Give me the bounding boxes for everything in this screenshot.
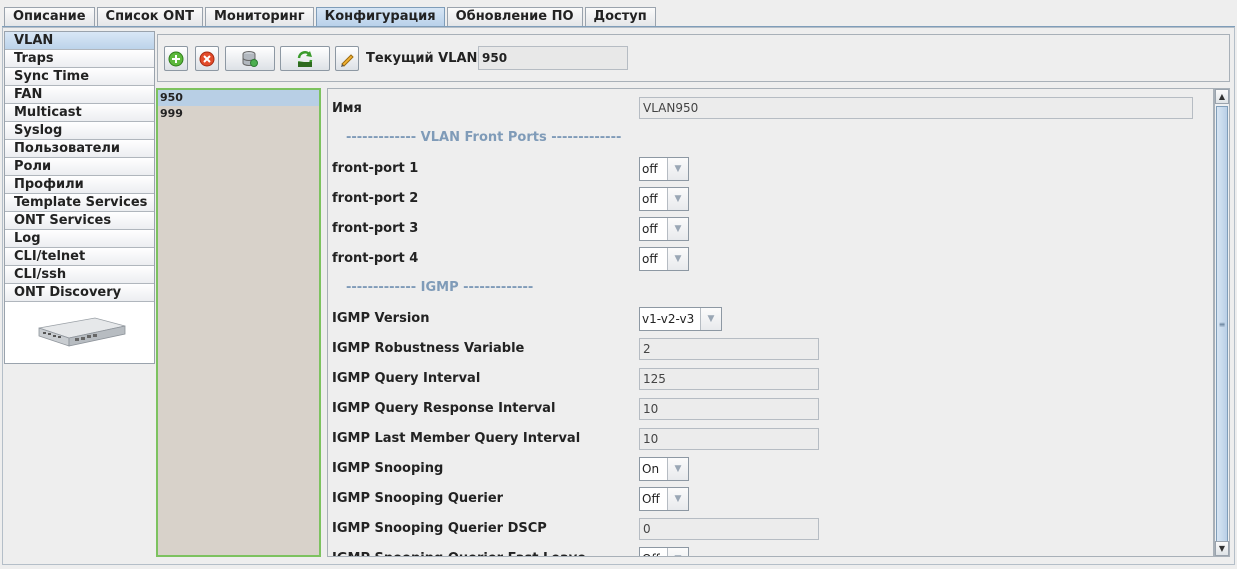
sidebar-item-sync-time[interactable]: Sync Time [5, 68, 154, 86]
chevron-down-icon: ▼ [668, 458, 688, 480]
igmp-snooping-querier-partial-value: Off [640, 548, 668, 556]
name-label: Имя [332, 101, 362, 116]
front-port-3-value: off [640, 218, 668, 240]
grip-icon: ≡ [1218, 319, 1226, 329]
sidebar-item-roles[interactable]: Роли [5, 158, 154, 176]
main-tabs: Описание Список ONT Мониторинг Конфигура… [4, 7, 658, 26]
front-port-1-select[interactable]: off ▼ [639, 157, 689, 181]
chevron-down-icon: ▼ [668, 548, 688, 556]
delete-icon [199, 51, 215, 66]
igmp-robustness-label: IGMP Robustness Variable [332, 341, 525, 356]
sidebar-item-multicast[interactable]: Multicast [5, 104, 154, 122]
sidebar-item-fan[interactable]: FAN [5, 86, 154, 104]
pencil-icon [341, 53, 354, 67]
front-port-1-value: off [640, 158, 668, 180]
igmp-robustness-field[interactable]: 2 [639, 338, 819, 360]
sidebar-item-vlan[interactable]: VLAN [5, 32, 154, 50]
igmp-version-label: IGMP Version [332, 311, 430, 326]
sidebar-item-users[interactable]: Пользователи [5, 140, 154, 158]
add-vlan-button[interactable] [164, 46, 188, 71]
sidebar-item-ont-discovery[interactable]: ONT Discovery [5, 284, 154, 302]
sidebar-item-log[interactable]: Log [5, 230, 154, 248]
igmp-snooping-querier-dscp-field[interactable]: 0 [639, 518, 819, 540]
name-field[interactable]: VLAN950 [639, 97, 1193, 119]
front-port-3-select[interactable]: off ▼ [639, 217, 689, 241]
igmp-snooping-querier-label: IGMP Snooping Querier [332, 491, 504, 506]
section-igmp: ------------- IGMP ------------- [346, 280, 534, 295]
sidebar-item-template-services[interactable]: Template Services [5, 194, 154, 212]
chevron-down-icon: ▼ [701, 308, 721, 330]
front-port-4-label: front-port 4 [332, 251, 419, 266]
chevron-up-icon: ▲ [1218, 92, 1226, 101]
front-port-3-label: front-port 3 [332, 221, 419, 236]
scroll-down-button[interactable]: ▼ [1215, 541, 1229, 556]
form-scrollbar[interactable]: ▲ ≡ ▼ [1214, 88, 1230, 557]
database-button[interactable] [225, 46, 275, 71]
igmp-version-select[interactable]: v1-v2-v3 ▼ [639, 307, 722, 331]
olt-device-image [38, 317, 126, 347]
sidebar-item-traps[interactable]: Traps [5, 50, 154, 68]
vlan-toolbar: Текущий VLAN: 950 [157, 34, 1230, 82]
front-port-2-select[interactable]: off ▼ [639, 187, 689, 211]
igmp-query-response-field[interactable]: 10 [639, 398, 819, 420]
add-icon [168, 51, 184, 66]
front-port-2-label: front-port 2 [332, 191, 419, 206]
igmp-query-interval-field[interactable]: 125 [639, 368, 819, 390]
igmp-query-interval-label: IGMP Query Interval [332, 371, 481, 386]
vlan-list-item[interactable]: 950 [158, 90, 319, 106]
current-vlan-label: Текущий VLAN: [366, 51, 483, 66]
tab-ont-list[interactable]: Список ONT [96, 7, 203, 26]
sidebar-item-cli-telnet[interactable]: CLI/telnet [5, 248, 154, 266]
database-icon [242, 50, 258, 67]
chevron-down-icon: ▼ [668, 218, 688, 240]
sidebar-item-ont-services[interactable]: ONT Services [5, 212, 154, 230]
section-front-ports: ------------- VLAN Front Ports ---------… [346, 130, 622, 145]
igmp-snooping-querier-select[interactable]: Off ▼ [639, 487, 689, 511]
chevron-down-icon: ▼ [1218, 544, 1226, 553]
sidebar-item-profiles[interactable]: Профили [5, 176, 154, 194]
vlan-list[interactable]: 950 999 [156, 88, 321, 557]
tab-configuration[interactable]: Конфигурация [315, 7, 445, 26]
igmp-snooping-querier-partial-label: IGMP Snooping Querier Fast Leave [332, 547, 586, 556]
tab-firmware-update[interactable]: Обновление ПО [446, 7, 583, 26]
tab-description[interactable]: Описание [4, 7, 95, 26]
chevron-down-icon: ▼ [668, 248, 688, 270]
chevron-down-icon: ▼ [668, 158, 688, 180]
chevron-down-icon: ▼ [668, 188, 688, 210]
igmp-snooping-querier-value: Off [640, 488, 668, 510]
igmp-version-value: v1-v2-v3 [640, 308, 701, 330]
igmp-snooping-querier-dscp-label: IGMP Snooping Querier DSCP [332, 521, 547, 536]
sidebar-item-cli-ssh[interactable]: CLI/ssh [5, 266, 154, 284]
delete-vlan-button[interactable] [195, 46, 219, 71]
vlan-settings-form: Имя VLAN950 ------------- VLAN Front Por… [327, 88, 1214, 557]
front-port-4-select[interactable]: off ▼ [639, 247, 689, 271]
config-sidebar: VLAN Traps Sync Time FAN Multicast Syslo… [4, 31, 155, 364]
igmp-snooping-select[interactable]: On ▼ [639, 457, 689, 481]
scroll-up-button[interactable]: ▲ [1215, 89, 1229, 104]
scroll-thumb[interactable]: ≡ [1216, 106, 1228, 542]
front-port-1-label: front-port 1 [332, 161, 419, 176]
vlan-refresh-icon [297, 50, 313, 67]
tab-access[interactable]: Доступ [584, 7, 656, 26]
vlan-refresh-button[interactable] [280, 46, 330, 71]
igmp-snooping-value: On [640, 458, 668, 480]
igmp-last-member-label: IGMP Last Member Query Interval [332, 431, 581, 446]
igmp-snooping-label: IGMP Snooping [332, 461, 444, 476]
vlan-list-item[interactable]: 999 [158, 106, 319, 122]
front-port-2-value: off [640, 188, 668, 210]
chevron-down-icon: ▼ [668, 488, 688, 510]
edit-vlan-button[interactable] [335, 46, 359, 71]
sidebar-item-syslog[interactable]: Syslog [5, 122, 154, 140]
front-port-4-value: off [640, 248, 668, 270]
igmp-last-member-field[interactable]: 10 [639, 428, 819, 450]
igmp-snooping-querier-partial-select[interactable]: Off ▼ [639, 547, 689, 556]
igmp-query-response-label: IGMP Query Response Interval [332, 401, 556, 416]
current-vlan-field[interactable]: 950 [478, 46, 628, 70]
tab-monitoring[interactable]: Мониторинг [204, 7, 314, 26]
